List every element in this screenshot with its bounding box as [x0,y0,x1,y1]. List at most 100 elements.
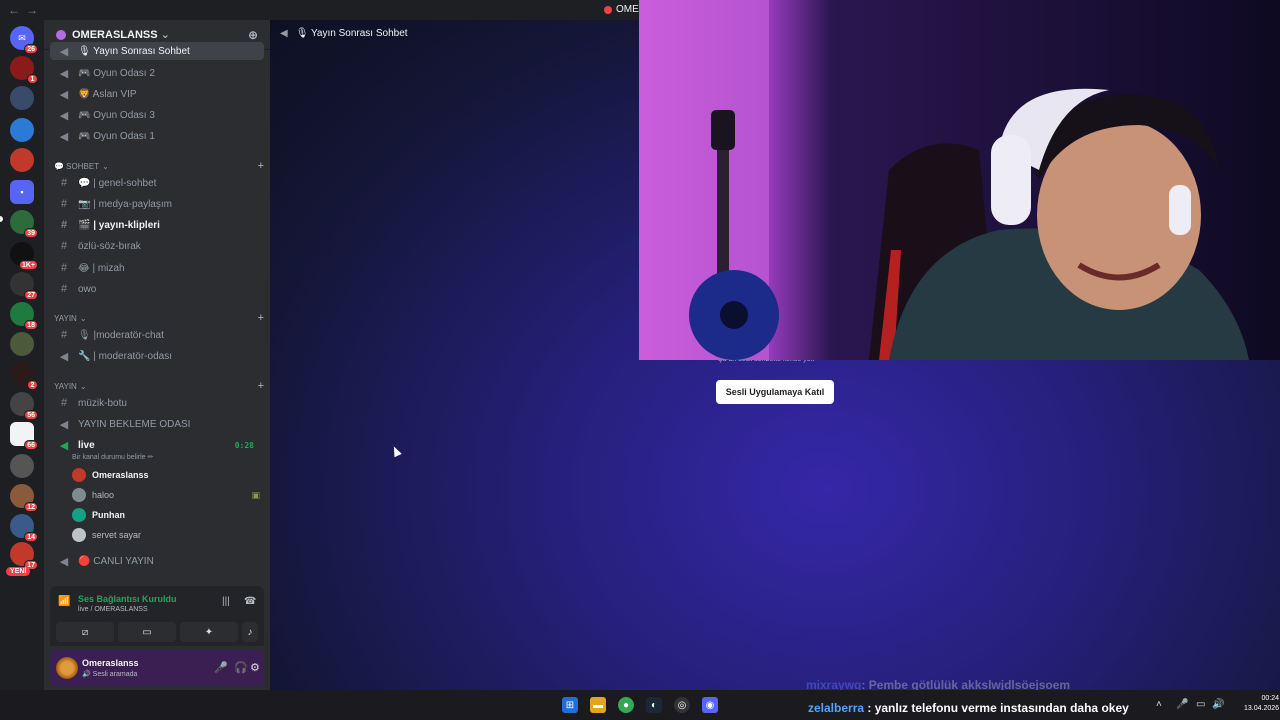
channel-aslan-vip[interactable]: ◀ 🦁 Aslan VIP [50,84,264,104]
server-icon[interactable]: 18 [10,302,38,330]
hashtag-lock-icon: # [60,329,68,341]
folder-icon[interactable]: ▪ [10,180,34,204]
join-voice-button[interactable]: Sesli Uygulamaya Katıl [716,380,834,404]
server-avatar-icon [56,29,66,40]
volume-icon[interactable]: 🔊 [1212,699,1224,710]
channel-medya-paylasim[interactable]: # 📷 | medya-paylaşım [50,194,264,214]
webcam-overlay [639,0,1280,360]
channel-oyun-odasi-2[interactable]: ◀ 🎮 Oyun Odası 2 [50,63,264,83]
add-member-icon[interactable]: ⊕ [248,28,258,42]
server-icon[interactable]: 39 [10,210,38,238]
activity-icon: ▣ [251,489,260,500]
speaker-icon: ◀ [59,109,69,122]
server-icon[interactable]: 66 [10,422,38,450]
channel-live[interactable]: ◀ live 0:28 [50,435,264,455]
chevron-down-icon: ⌄ [79,381,87,391]
server-icon[interactable]: 1 [10,56,38,84]
channel-canli-yayin[interactable]: ◀ 🔴 CANLI YAYIN [50,551,264,571]
channel-status[interactable]: Bir kanal durumu belirle ✏ [72,453,153,461]
activities-icon: ✦ [204,626,214,638]
add-channel-icon[interactable]: + [258,312,264,324]
voice-channel-link[interactable]: live / OMERASLANSS [78,606,148,613]
avatar [72,528,86,542]
chat-username: zelalberra [808,701,865,715]
screen-share-button[interactable]: ▭ [118,622,176,642]
channel-mizah[interactable]: # 😂 | mizah [50,258,264,278]
server-icon[interactable] [10,454,34,478]
signal-icon[interactable]: 📶 [58,596,70,607]
windows-start-icon[interactable]: ⊞ [562,697,578,713]
server-icon[interactable]: 1K+ [10,242,38,270]
server-icon[interactable]: 2 [10,362,38,390]
server-icon[interactable] [10,118,34,142]
voice-status: Ses Bağlantısı Kuruldu [78,594,177,604]
noise-suppression-icon[interactable]: ||| [222,596,230,607]
voice-user[interactable]: servet sayar [72,526,260,544]
steam-icon[interactable]: ◐ [646,697,662,713]
camera-toggle-button[interactable]: ⧄ [56,622,114,642]
server-icon[interactable]: 27 [10,272,38,300]
server-icon[interactable]: 12 [10,484,38,512]
channel-oyun-odasi-3[interactable]: ◀ 🎮 Oyun Odası 3 [50,105,264,125]
add-channel-icon[interactable]: + [258,380,264,392]
microphone-icon[interactable]: 🎤 [214,661,228,674]
chevron-down-icon: ⌄ [160,29,170,41]
activities-button[interactable]: ✦ [180,622,238,642]
speaker-lock-icon: ◀ [59,88,69,101]
channel-ozlu-soz-birak[interactable]: # özlü-söz-bırak [50,236,264,256]
avatar[interactable] [56,657,78,679]
microphone-icon[interactable]: 🎤 [1176,699,1188,710]
app-icon[interactable]: ◎ [674,697,690,713]
server-icon[interactable] [10,86,34,110]
screen-share-icon: ▭ [142,626,152,638]
avatar [72,468,86,482]
channel-muzik-botu[interactable]: # müzik-botu [50,393,264,413]
user-name[interactable]: Omeraslanss [82,658,139,668]
soundboard-button[interactable]: ♪ [242,622,258,642]
speaker-icon: ◀ [59,130,69,143]
speaker-icon: ◀ [59,45,69,58]
voice-user[interactable]: Punhan [72,506,260,524]
server-icon[interactable]: 14 [10,514,38,542]
server-dot-icon [604,5,612,14]
mouse-cursor-icon [390,444,402,458]
server-icon[interactable]: 17 [10,542,38,570]
category-sohbet[interactable]: 💬 SOHBET ⌄ + [54,160,264,172]
file-explorer-icon[interactable]: ▬ [590,697,606,713]
server-icon[interactable]: 56 [10,392,38,420]
channel-oyun-odasi-1[interactable]: ◀ 🎮 Oyun Odası 1 [50,126,264,146]
channel-yayin-sonrasi-sohbet[interactable]: ◀ 🎙 Yayın Sonrası Sohbet [50,42,264,60]
hashtag-icon: # [60,262,68,274]
camera-off-icon: ⧄ [81,626,89,638]
channel-moderator-chat[interactable]: # 🎙 |moderatör-chat [50,325,264,345]
channel-yayin-klipleri[interactable]: # 🎬 | yayın-klipleri [50,215,264,235]
category-yayin[interactable]: YAYIN ⌄ + [54,312,264,324]
back-forward-icon[interactable]: ←→ [8,3,44,17]
speaker-icon: ◀ [59,67,69,80]
server-icon[interactable] [10,148,34,172]
hashtag-icon: # [60,198,68,210]
network-icon[interactable]: ▭ [1196,699,1205,710]
discord-icon[interactable]: ◉ [702,697,718,713]
channel-owo[interactable]: # owo [50,279,264,299]
disconnect-icon[interactable]: ☎ [244,596,256,607]
speaker-lock-icon: ◀ [59,555,69,568]
channel-moderator-odasi[interactable]: ◀ 🔧 | moderatör-odası [50,346,264,366]
server-icon[interactable] [10,332,34,356]
channel-yayin-bekleme-odasi[interactable]: ◀ YAYIN BEKLEME ODASI [50,414,264,434]
clock[interactable]: 00:24 13.04.2026 [1244,694,1279,714]
headphones-icon[interactable]: 🎧 [234,661,248,674]
chevron-down-icon: ⌄ [79,313,87,323]
hashtag-icon: # [60,397,68,409]
category-yayin-2[interactable]: YAYIN ⌄ + [54,380,264,392]
chrome-icon[interactable]: ● [618,697,634,713]
direct-messages-icon[interactable]: ✉ 26 [10,26,38,54]
chevron-up-icon[interactable]: ˄ [1156,699,1162,710]
voice-user[interactable]: Omeraslanss [72,466,260,484]
settings-gear-icon[interactable]: ⚙ [250,661,260,674]
add-channel-icon[interactable]: + [258,160,264,172]
speaker-lock-icon: ◀ [59,350,69,363]
channel-genel-sohbet[interactable]: # 💬 | genel-sohbet [50,173,264,193]
voice-user[interactable]: haloo ▣ [72,486,260,504]
user-status: 🔊 Sesli aramada [82,671,138,678]
